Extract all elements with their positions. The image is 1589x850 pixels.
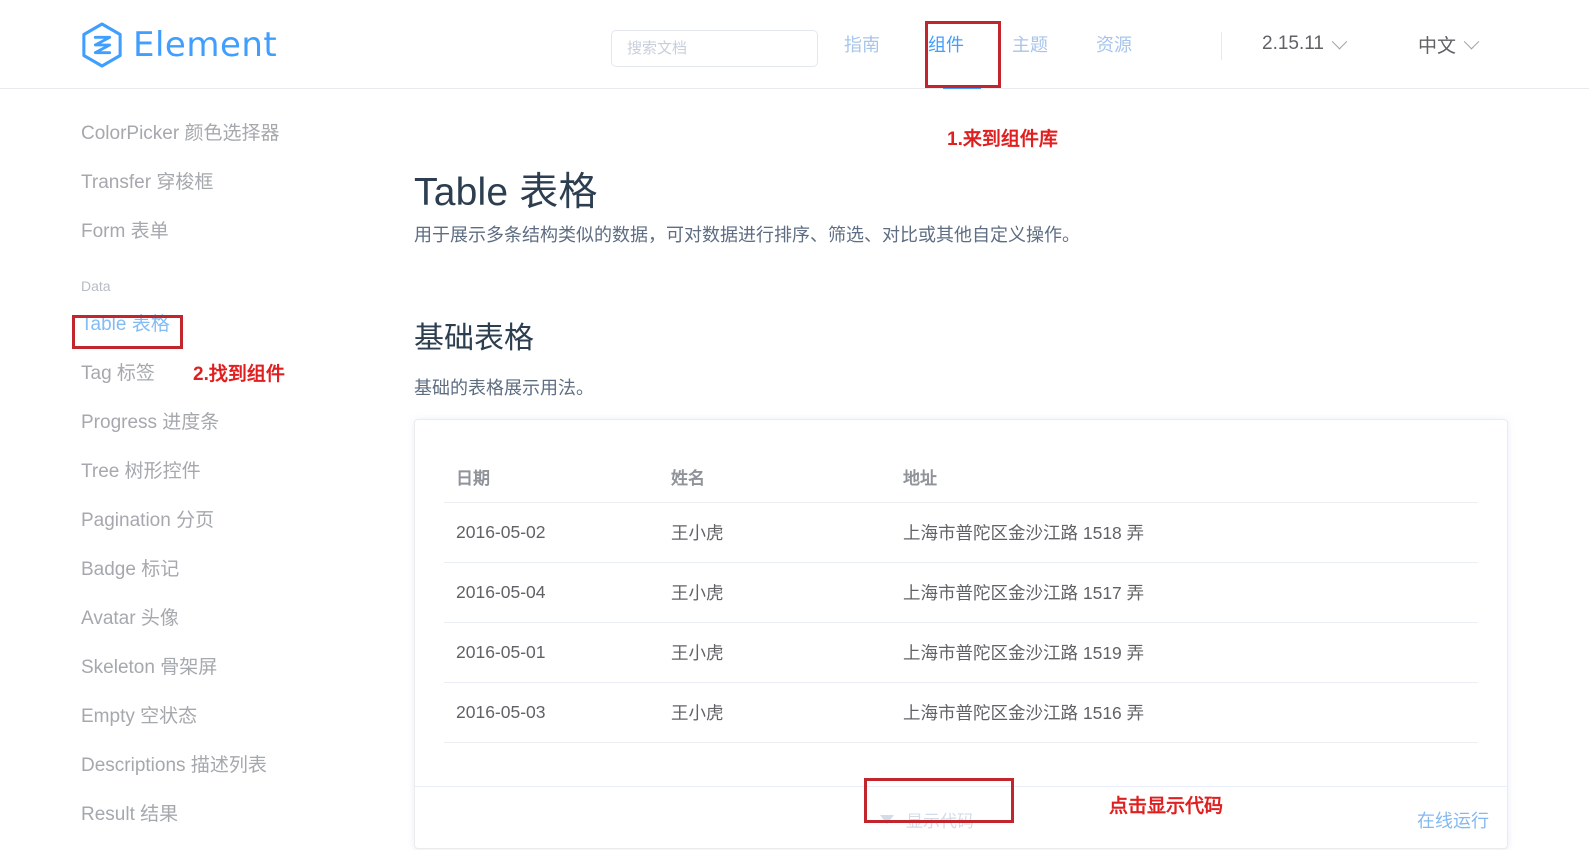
show-code-button[interactable]: 显示代码 (870, 801, 984, 838)
element-hexagon-logo-icon (81, 22, 123, 68)
chevron-down-icon (1464, 33, 1480, 49)
chevron-down-icon (1332, 33, 1348, 49)
sidebar-item-empty[interactable]: Empty 空状态 (0, 690, 396, 739)
show-code-label: 显示代码 (906, 807, 974, 832)
site-header: Element 指南 组件 主题 资源 2.15.11 中文 (0, 0, 1589, 89)
run-online-label: 在线运行 (1417, 811, 1489, 831)
demo-block: 日期 姓名 地址 2016-05-02 王小虎 上海市普陀区金沙江路 1518 … (414, 419, 1508, 849)
cell-name: 王小虎 (659, 503, 891, 563)
sidebar-item-tree[interactable]: Tree 树形控件 (0, 445, 396, 494)
nav-item-resource[interactable]: 资源 (1072, 0, 1156, 88)
demo-footer: 显示代码 在线运行 (415, 786, 1507, 848)
sidebar-item-form[interactable]: Form 表单 (0, 205, 396, 254)
sidebar-item-label: Badge 标记 (81, 554, 179, 581)
sidebar-list: ColorPicker 颜色选择器 Transfer 穿梭框 Form 表单 D… (0, 89, 396, 837)
table-column-header-name[interactable]: 姓名 (659, 451, 891, 503)
nav-item-components[interactable]: 组件 (904, 0, 988, 88)
sidebar-item-label: Table 表格 (81, 309, 170, 336)
annotation-step-1: 1.来到组件库 (947, 124, 1058, 151)
sidebar-item-label: Result 结果 (81, 799, 178, 826)
header-divider (1221, 32, 1222, 60)
page-root: Element 指南 组件 主题 资源 2.15.11 中文 (0, 0, 1589, 850)
language-label: 中文 (1418, 31, 1456, 58)
sidebar-item-label: ColorPicker 颜色选择器 (81, 118, 279, 145)
sidebar-item-label: Tree 树形控件 (81, 456, 201, 483)
table-body: 2016-05-02 王小虎 上海市普陀区金沙江路 1518 弄 2016-05… (444, 503, 1478, 743)
table-row[interactable]: 2016-05-02 王小虎 上海市普陀区金沙江路 1518 弄 (444, 503, 1478, 563)
sidebar-item-label: Transfer 穿梭框 (81, 167, 213, 194)
primary-nav: 指南 组件 主题 资源 (820, 0, 1156, 88)
table-row[interactable]: 2016-05-01 王小虎 上海市普陀区金沙江路 1519 弄 (444, 623, 1478, 683)
annotation-step-3: 点击显示代码 (1109, 791, 1223, 818)
search-input[interactable] (612, 31, 817, 66)
version-label: 2.15.11 (1262, 33, 1324, 55)
nav-item-guide[interactable]: 指南 (820, 0, 904, 88)
nav-item-label: 资源 (1096, 31, 1132, 57)
cell-name: 王小虎 (659, 623, 891, 683)
sidebar-group-label: Data (81, 278, 111, 294)
sidebar-item-label: Progress 进度条 (81, 407, 219, 434)
cell-name: 王小虎 (659, 683, 891, 743)
table-header-row: 日期 姓名 地址 (444, 451, 1478, 503)
sidebar-item-progress[interactable]: Progress 进度条 (0, 396, 396, 445)
cell-address: 上海市普陀区金沙江路 1517 弄 (891, 563, 1478, 623)
nav-item-label: 组件 (928, 31, 964, 57)
sidebar-item-label: Form 表单 (81, 216, 169, 243)
cell-date: 2016-05-02 (444, 503, 659, 563)
page-title: Table 表格 (414, 161, 598, 217)
sidebar-item-descriptions[interactable]: Descriptions 描述列表 (0, 739, 396, 788)
version-selector[interactable]: 2.15.11 (1262, 0, 1345, 88)
sidebar-item-label: Avatar 头像 (81, 603, 179, 630)
sidebar-item-transfer[interactable]: Transfer 穿梭框 (0, 156, 396, 205)
sidebar-item-label: Descriptions 描述列表 (81, 750, 267, 777)
brand-name: Element (133, 25, 277, 65)
nav-item-label: 指南 (844, 31, 880, 57)
cell-address: 上海市普陀区金沙江路 1519 弄 (891, 623, 1478, 683)
triangle-down-icon (880, 815, 894, 824)
sidebar-item-pagination[interactable]: Pagination 分页 (0, 494, 396, 543)
sidebar-item-colorpicker[interactable]: ColorPicker 颜色选择器 (0, 107, 396, 156)
nav-item-label: 主题 (1012, 31, 1048, 57)
language-selector[interactable]: 中文 (1418, 0, 1477, 88)
table-row[interactable]: 2016-05-03 王小虎 上海市普陀区金沙江路 1516 弄 (444, 683, 1478, 743)
table-column-header-date[interactable]: 日期 (444, 451, 659, 503)
sidebar-group-data: Data (0, 254, 396, 298)
demo-preview: 日期 姓名 地址 2016-05-02 王小虎 上海市普陀区金沙江路 1518 … (415, 420, 1507, 743)
brand-logo-link[interactable]: Element (81, 22, 277, 68)
cell-address: 上海市普陀区金沙江路 1518 弄 (891, 503, 1478, 563)
cell-date: 2016-05-01 (444, 623, 659, 683)
nav-item-theme[interactable]: 主题 (988, 0, 1072, 88)
cell-date: 2016-05-03 (444, 683, 659, 743)
table-row[interactable]: 2016-05-04 王小虎 上海市普陀区金沙江路 1517 弄 (444, 563, 1478, 623)
page-description: 用于展示多条结构类似的数据，可对数据进行排序、筛选、对比或其他自定义操作。 (414, 221, 1080, 247)
component-sidebar[interactable]: ColorPicker 颜色选择器 Transfer 穿梭框 Form 表单 D… (0, 89, 396, 850)
sidebar-item-label: Pagination 分页 (81, 505, 214, 532)
sidebar-item-badge[interactable]: Badge 标记 (0, 543, 396, 592)
table-column-header-address[interactable]: 地址 (891, 451, 1478, 503)
cell-name: 王小虎 (659, 563, 891, 623)
main-content: Table 表格 用于展示多条结构类似的数据，可对数据进行排序、筛选、对比或其他… (396, 89, 1589, 850)
sidebar-item-table[interactable]: Table 表格 (0, 298, 396, 347)
sidebar-item-avatar[interactable]: Avatar 头像 (0, 592, 396, 641)
cell-address: 上海市普陀区金沙江路 1516 弄 (891, 683, 1478, 743)
basic-table: 日期 姓名 地址 2016-05-02 王小虎 上海市普陀区金沙江路 1518 … (444, 451, 1478, 743)
sidebar-item-result[interactable]: Result 结果 (0, 788, 396, 837)
cell-date: 2016-05-04 (444, 563, 659, 623)
sidebar-item-label: Empty 空状态 (81, 701, 197, 728)
search-box[interactable] (611, 30, 818, 67)
table-header: 日期 姓名 地址 (444, 451, 1478, 503)
sidebar-item-label: Skeleton 骨架屏 (81, 652, 217, 679)
section-description: 基础的表格展示用法。 (414, 374, 594, 400)
sidebar-item-skeleton[interactable]: Skeleton 骨架屏 (0, 641, 396, 690)
annotation-step-2: 2.找到组件 (193, 359, 285, 386)
run-online-link[interactable]: 在线运行 (1417, 807, 1489, 833)
section-title-basic-table: 基础表格 (414, 313, 534, 357)
sidebar-item-label: Tag 标签 (81, 358, 155, 385)
